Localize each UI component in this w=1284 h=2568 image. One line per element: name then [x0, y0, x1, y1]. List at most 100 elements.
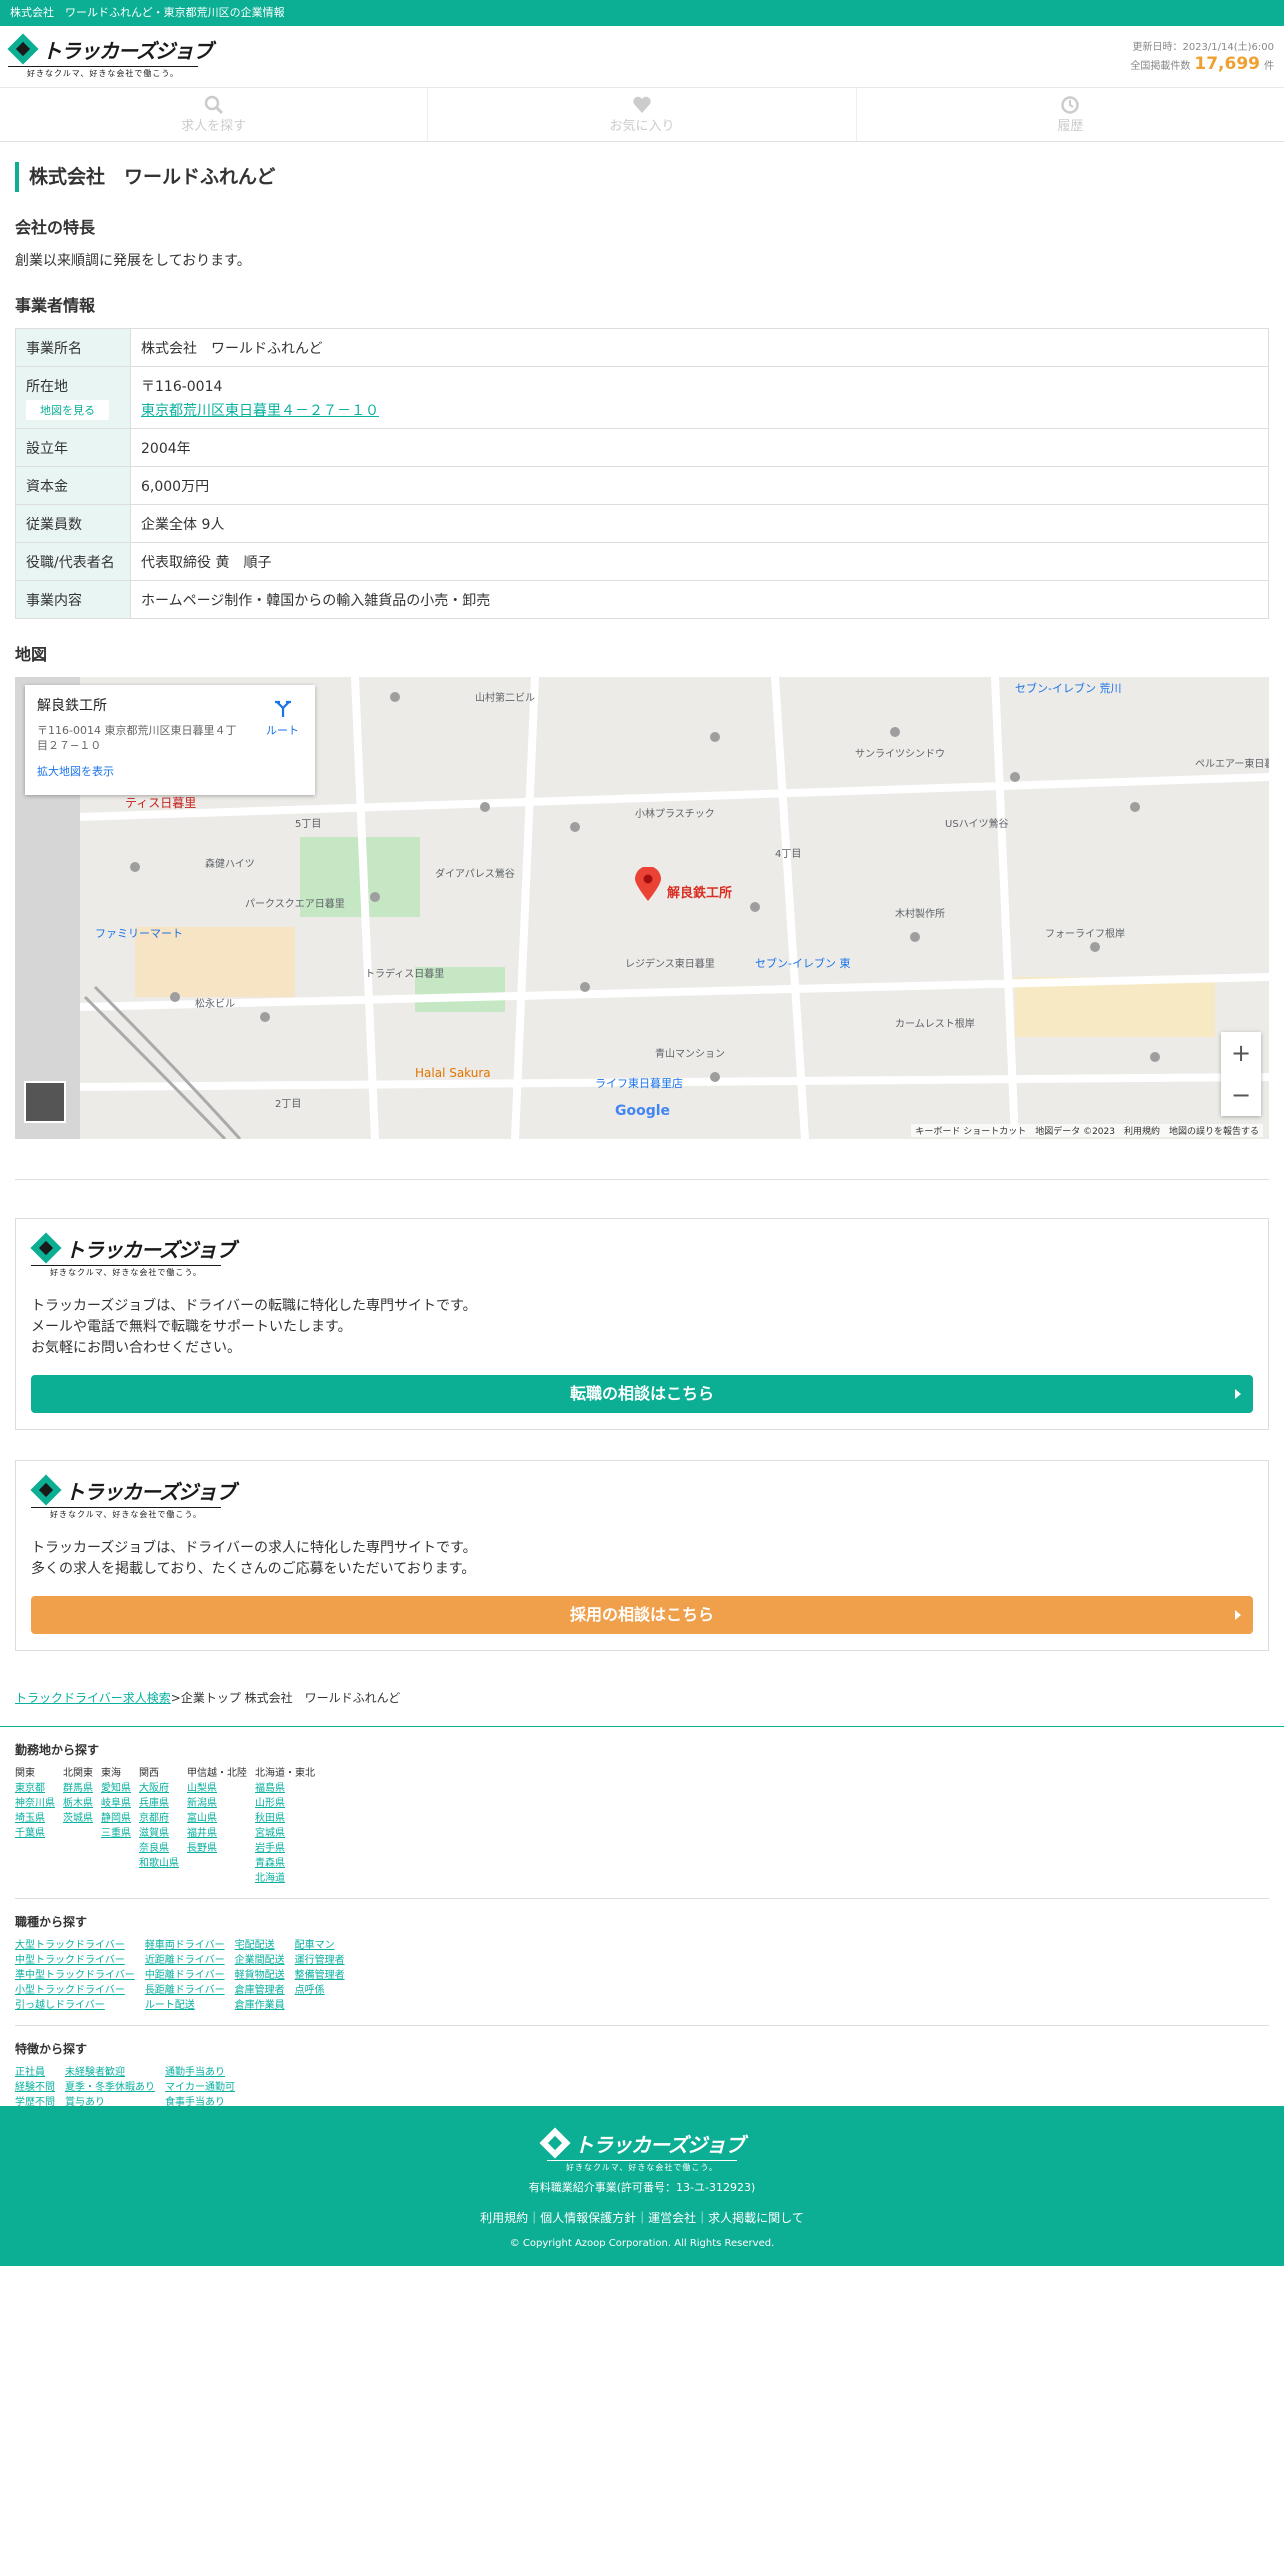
- row-value-address: 〒116-0014 東京都荒川区東日暮里４－２７－１０: [130, 366, 1269, 429]
- region-label: 甲信越・北陸: [187, 1768, 247, 1779]
- job-link[interactable]: 運行管理者: [295, 1953, 345, 1968]
- area-column: 北関東群馬県 栃木県 茨城県: [63, 1766, 93, 1886]
- prefecture-link[interactable]: 岐阜県: [101, 1796, 131, 1811]
- location-pin-icon[interactable]: [635, 867, 661, 901]
- nav-favorites[interactable]: お気に入り: [428, 88, 857, 141]
- table-row: 従業員数 企業全体 9人: [15, 504, 1269, 543]
- map-attribution[interactable]: キーボード ショートカット 地図データ ©2023 利用規約 地図の誤りを報告す…: [911, 1124, 1263, 1137]
- job-link[interactable]: 小型トラックドライバー: [15, 1983, 135, 1998]
- region-label: 北関東: [63, 1768, 93, 1779]
- google-logo: Google: [615, 1103, 671, 1119]
- zoom-in-button[interactable]: +: [1221, 1032, 1261, 1074]
- prefecture-link[interactable]: 滋賀県: [139, 1826, 179, 1841]
- row-label-address: 所在地 地図を見る: [15, 366, 131, 429]
- feature-link[interactable]: 夏季・冬季休暇あり: [65, 2080, 155, 2095]
- prefecture-link[interactable]: 愛知県: [101, 1781, 131, 1796]
- job-link[interactable]: 倉庫作業員: [235, 1998, 285, 2013]
- svg-text:USハイツ鶯谷: USハイツ鶯谷: [945, 817, 1008, 830]
- address-link[interactable]: 東京都荒川区東日暮里４－２７－１０: [141, 400, 1258, 420]
- area-column: 関東 東京都 神奈川県 埼玉県 千葉県: [15, 1766, 55, 1886]
- job-link[interactable]: 配車マン: [295, 1938, 345, 1953]
- prefecture-link[interactable]: 長野県: [187, 1841, 247, 1856]
- prefecture-link[interactable]: 岩手県: [255, 1841, 315, 1856]
- promo-text: トラッカーズジョブは、ドライバーの転職に特化した専門サイトです。 メールや電話で無…: [31, 1298, 477, 1356]
- job-link[interactable]: 軽貨物配送: [235, 1968, 285, 1983]
- prefecture-link[interactable]: 山形県: [255, 1796, 315, 1811]
- feature-link[interactable]: 経験不問: [15, 2080, 55, 2095]
- prefecture-link[interactable]: 新潟県: [187, 1796, 247, 1811]
- nav-history[interactable]: 履歴: [857, 88, 1284, 141]
- logo-mark-icon: [539, 2127, 571, 2159]
- view-map-button[interactable]: 地図を見る: [26, 399, 109, 420]
- career-consult-button[interactable]: 転職の相談はこちら: [31, 1375, 1253, 1413]
- logo-text: トラッカーズジョブ: [574, 2132, 745, 2157]
- zoom-out-button[interactable]: −: [1221, 1074, 1261, 1116]
- prefecture-link[interactable]: 京都府: [139, 1811, 179, 1826]
- feature-search-heading: 特徴から探す: [15, 2042, 88, 2056]
- prefecture-link[interactable]: 埼玉県: [15, 1811, 55, 1826]
- prefecture-link[interactable]: 群馬県: [63, 1781, 93, 1796]
- route-button[interactable]: ルート: [266, 699, 299, 738]
- footer-logo[interactable]: トラッカーズジョブ 好きなクルマ、好きな会社で働こう。: [539, 2127, 745, 2173]
- google-map[interactable]: 山村第二ビル小林プラスチック サンライツシンドウ USハイツ鶯谷 ペルエアー東日暮…: [15, 677, 1269, 1139]
- job-link[interactable]: 中型トラックドライバー: [15, 1953, 135, 1968]
- prefecture-link[interactable]: 青森県: [255, 1856, 315, 1871]
- search-links: 勤務地から探す 関東 東京都 神奈川県 埼玉県 千葉県 北関東 群馬県 栃木県 茨城県 東海 愛知県…: [0, 1726, 1284, 2125]
- prefecture-link[interactable]: 奈良県: [139, 1841, 179, 1856]
- prefecture-link[interactable]: 秋田県: [255, 1811, 315, 1826]
- prefecture-link[interactable]: 栃木県: [63, 1796, 93, 1811]
- logo-text: トラッカーズジョブ: [65, 1237, 236, 1262]
- job-link[interactable]: 宅配配送: [235, 1938, 285, 1953]
- prefecture-link[interactable]: 兵庫県: [139, 1796, 179, 1811]
- job-link[interactable]: 軽車両ドライバー: [145, 1938, 225, 1953]
- total-label: 全国掲載件数: [1130, 60, 1191, 72]
- job-link[interactable]: 長距離ドライバー: [145, 1983, 225, 1998]
- job-link[interactable]: ルート配送: [145, 1998, 225, 2013]
- job-link[interactable]: 企業間配送: [235, 1953, 285, 1968]
- prefecture-link[interactable]: 千葉県: [15, 1826, 55, 1841]
- job-link[interactable]: 点呼係: [295, 1983, 345, 1998]
- job-link[interactable]: 整備管理者: [295, 1968, 345, 1983]
- job-link[interactable]: 引っ越しドライバー: [15, 1998, 135, 2013]
- site-logo[interactable]: トラッカーズジョブ 好きなクルマ、好きな会社で働こう。: [7, 33, 213, 79]
- logo-tagline: 好きなクルマ、好きな会社で働こう。: [547, 2160, 737, 2173]
- row-label: 事業所名: [15, 328, 131, 367]
- job-link[interactable]: 大型トラックドライバー: [15, 1938, 135, 1953]
- prefecture-link[interactable]: 三重県: [101, 1826, 131, 1841]
- prefecture-link[interactable]: 山梨県: [187, 1781, 247, 1796]
- svg-text:2丁目: 2丁目: [275, 1099, 301, 1110]
- job-link[interactable]: 準中型トラックドライバー: [15, 1968, 135, 1983]
- footer-menu[interactable]: 利用規約｜個人情報保護方針｜運営会社｜求人掲載に関して: [0, 2209, 1284, 2226]
- prefecture-link[interactable]: 富山県: [187, 1811, 247, 1826]
- prefecture-link[interactable]: 静岡県: [101, 1811, 131, 1826]
- area-column: 関西 大阪府 兵庫県 京都府 滋賀県 奈良県 和歌山県: [139, 1766, 179, 1886]
- prefecture-link[interactable]: 和歌山県: [139, 1856, 179, 1871]
- svg-text:ダイアパレス鶯谷: ダイアパレス鶯谷: [435, 867, 515, 880]
- career-consult-box: トラッカーズジョブ 好きなクルマ、好きな会社で働こう。 トラッカーズジョブは、ド…: [15, 1218, 1269, 1430]
- prefecture-link[interactable]: 宮城県: [255, 1826, 315, 1841]
- breadcrumb-home-link[interactable]: トラックドライバー求人検索: [15, 1691, 171, 1705]
- job-link[interactable]: 倉庫管理者: [235, 1983, 285, 1998]
- job-link[interactable]: 中距離ドライバー: [145, 1968, 225, 1983]
- job-link[interactable]: 近距離ドライバー: [145, 1953, 225, 1968]
- nav-search[interactable]: 求人を探す: [0, 88, 429, 141]
- prefecture-link[interactable]: 神奈川県: [15, 1796, 55, 1811]
- enlarge-map-link[interactable]: 拡大地図を表示: [37, 763, 303, 779]
- prefecture-link[interactable]: 福井県: [187, 1826, 247, 1841]
- prefecture-link[interactable]: 大阪府: [139, 1781, 179, 1796]
- breadcrumb-sep: >: [170, 1691, 181, 1705]
- prefecture-link[interactable]: 茨城県: [63, 1811, 93, 1826]
- feature-link[interactable]: 通勤手当あり: [165, 2065, 245, 2080]
- prefecture-link[interactable]: 北海道: [255, 1871, 315, 1886]
- feature-link[interactable]: マイカー通勤可: [165, 2080, 245, 2095]
- recruit-consult-button[interactable]: 採用の相談はこちら: [31, 1596, 1253, 1634]
- feature-link[interactable]: 正社員: [15, 2065, 55, 2080]
- topbar: 株式会社 ワールドふれんど・東京都荒川区の企業情報: [0, 0, 1284, 26]
- feature-link[interactable]: 未経験者歓迎: [65, 2065, 155, 2080]
- svg-text:トラディス日暮里: トラディス日暮里: [365, 967, 444, 980]
- row-value: 株式会社 ワールドふれんど: [130, 328, 1269, 367]
- prefecture-link[interactable]: 福島県: [255, 1781, 315, 1796]
- map-info-card: 解良鉄工所 〒116-0014 東京都荒川区東日暮里４丁目２７−１０ 拡大地図を…: [25, 685, 315, 795]
- prefecture-link[interactable]: 東京都: [15, 1781, 55, 1796]
- table-row: 事業内容 ホームページ制作・韓国からの輸入雑貨品の小売・卸売: [15, 580, 1269, 619]
